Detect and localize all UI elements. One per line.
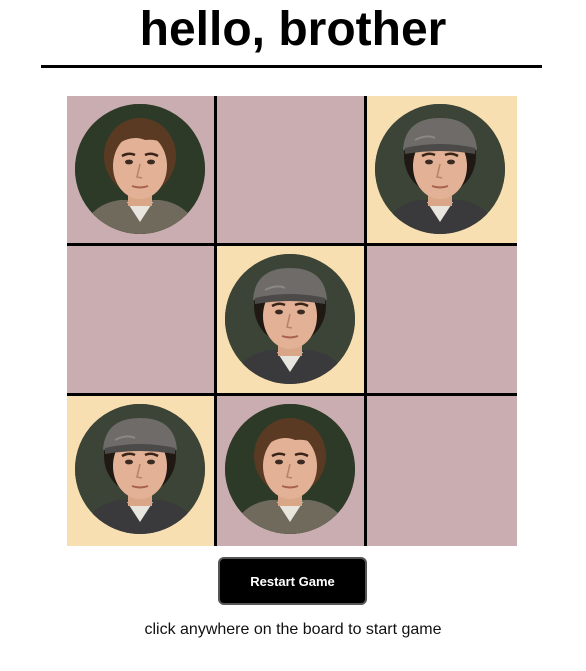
stefan-piece-avatar (225, 404, 355, 534)
page-title: hello, brother (139, 3, 447, 56)
damon-piece-avatar (75, 404, 205, 534)
status-message: click anywhere on the board to start gam… (144, 621, 442, 638)
board-cell-0-1[interactable] (217, 96, 367, 246)
game-board[interactable] (67, 96, 517, 546)
board-cell-2-1[interactable] (217, 396, 367, 546)
board-cell-2-2[interactable] (367, 396, 517, 546)
title-divider (41, 65, 542, 68)
restart-game-button[interactable]: Restart Game (218, 557, 367, 605)
board-cell-2-0[interactable] (67, 396, 217, 546)
board-cell-1-2[interactable] (367, 246, 517, 396)
board-cell-1-1[interactable] (217, 246, 367, 396)
board-cell-1-0[interactable] (67, 246, 217, 396)
damon-piece-avatar (225, 254, 355, 384)
damon-piece-avatar (375, 104, 505, 234)
board-cell-0-0[interactable] (67, 96, 217, 246)
board-cell-0-2[interactable] (367, 96, 517, 246)
stefan-piece-avatar (75, 104, 205, 234)
